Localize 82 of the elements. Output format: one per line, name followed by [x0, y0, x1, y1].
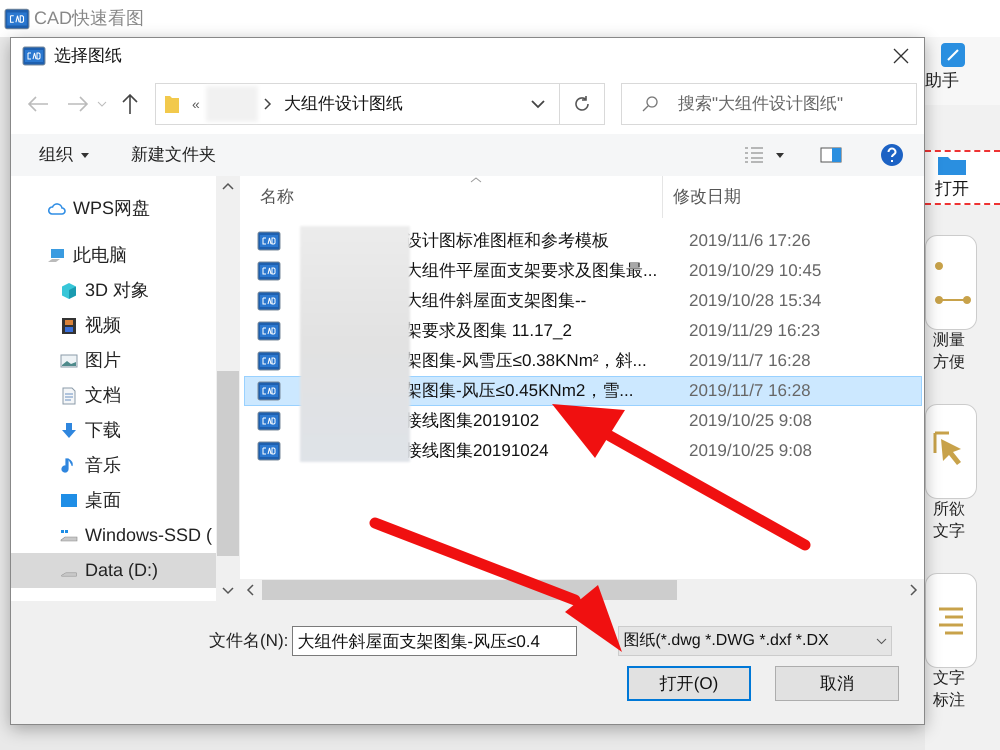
tool-card[interactable]: [925, 573, 977, 668]
dialog-title: 选择图纸: [54, 45, 122, 68]
nav-item[interactable]: 图片: [11, 343, 216, 378]
nav-item[interactable]: 音乐: [11, 448, 216, 483]
nav-scrollbar[interactable]: [216, 176, 240, 601]
file-date: 2019/10/25 9:08: [689, 410, 812, 432]
file-date: 2019/10/29 10:45: [689, 260, 822, 282]
file-date: 2019/10/25 9:08: [689, 440, 812, 462]
search-field[interactable]: 搜索"大组件设计图纸": [621, 83, 917, 125]
cube-icon: [59, 280, 79, 300]
close-icon: [893, 48, 909, 64]
open-label: 打开: [935, 178, 969, 200]
cad-file-icon: [257, 230, 281, 252]
card-label: 方便: [933, 352, 965, 373]
path-prefix: «: [192, 94, 200, 114]
folder-icon: [164, 94, 180, 114]
app-title: CAD快速看图: [34, 7, 144, 30]
search-icon: [641, 95, 659, 113]
nav-item[interactable]: WPS网盘: [11, 191, 216, 226]
path-folder[interactable]: 大组件设计图纸: [284, 91, 403, 117]
dialog-button[interactable]: 取消: [775, 666, 899, 701]
card-label: 标注: [933, 690, 965, 711]
cad-helper-icon: [940, 42, 966, 68]
dialog-logo-icon: [22, 45, 46, 67]
chevron-right-icon: [264, 98, 272, 110]
cad-file-icon: [257, 260, 281, 282]
nav-item[interactable]: Windows-SSD (: [11, 518, 216, 553]
file-date: 2019/11/6 17:26: [689, 230, 811, 252]
column-header[interactable]: 修改日期: [663, 176, 924, 218]
file-date: 2019/11/29 16:23: [689, 320, 820, 342]
cad-file-icon: [257, 410, 281, 432]
up-arrow-icon[interactable]: [121, 93, 139, 115]
horizontal-scrollbar[interactable]: [240, 579, 924, 601]
nav-item[interactable]: 文档: [11, 378, 216, 413]
cad-file-icon: [257, 290, 281, 312]
scroll-up-icon: [222, 182, 234, 190]
app-logo-icon: [4, 6, 30, 30]
address-bar[interactable]: « 大组件设计图纸: [155, 83, 605, 125]
scroll-down-icon: [222, 587, 234, 595]
cad-file-icon: [257, 350, 281, 372]
file-date: 2019/10/28 15:34: [689, 290, 822, 312]
caret-icon[interactable]: [776, 152, 784, 158]
drive-icon: [59, 572, 79, 577]
card-label: 文字: [933, 522, 965, 542]
cad-file-icon: [257, 320, 281, 342]
column-header[interactable]: 名称: [240, 176, 663, 218]
nav-item[interactable]: 视频: [11, 308, 216, 343]
scroll-right-icon: [910, 584, 918, 596]
refresh-icon: [573, 95, 591, 113]
file-date: 2019/11/7 16:28: [689, 380, 811, 402]
scrollbar-thumb[interactable]: [262, 580, 677, 600]
nav-item[interactable]: 桌面: [11, 483, 216, 518]
nav-item[interactable]: 3D 对象: [11, 273, 216, 308]
tool-card[interactable]: [925, 235, 977, 330]
download-icon: [59, 420, 79, 440]
filename-label: 文件名(N):: [209, 630, 288, 652]
card-label: 测量: [933, 331, 965, 351]
nav-item[interactable]: Data (D:): [11, 553, 216, 588]
card-label: 所欲: [933, 500, 965, 520]
tool-card[interactable]: [925, 404, 977, 499]
file-date: 2019/11/7 16:28: [689, 350, 811, 372]
chevron-down-icon: [876, 638, 888, 644]
helper-label: 助手: [925, 70, 959, 92]
scroll-left-icon: [246, 584, 254, 596]
chevron-down-icon[interactable]: [531, 99, 545, 109]
toolbar-button[interactable]: 新建文件夹: [131, 142, 216, 168]
caret-icon: [81, 152, 89, 158]
nav-item[interactable]: 此电脑: [11, 238, 216, 273]
help-icon[interactable]: [880, 143, 904, 167]
toolbar-button[interactable]: 组织: [39, 142, 89, 168]
cad-file-icon: [257, 380, 281, 402]
file-type-dropdown[interactable]: 图纸(*.dwg *.DWG *.dxf *.DX: [618, 626, 892, 656]
dialog-button[interactable]: 打开(O): [627, 666, 751, 701]
filename-field[interactable]: 大组件斜屋面支架图集-风压≤0.4: [292, 626, 578, 656]
card-label: 文字: [933, 668, 965, 689]
scrollbar-thumb[interactable]: [217, 371, 239, 556]
cad-file-icon: [257, 440, 281, 462]
nav-item[interactable]: 下载: [11, 413, 216, 448]
preview-pane-icon[interactable]: [820, 147, 842, 163]
view-list-icon[interactable]: [744, 146, 764, 164]
film-icon: [59, 316, 79, 336]
sort-caret-icon: [470, 177, 482, 183]
